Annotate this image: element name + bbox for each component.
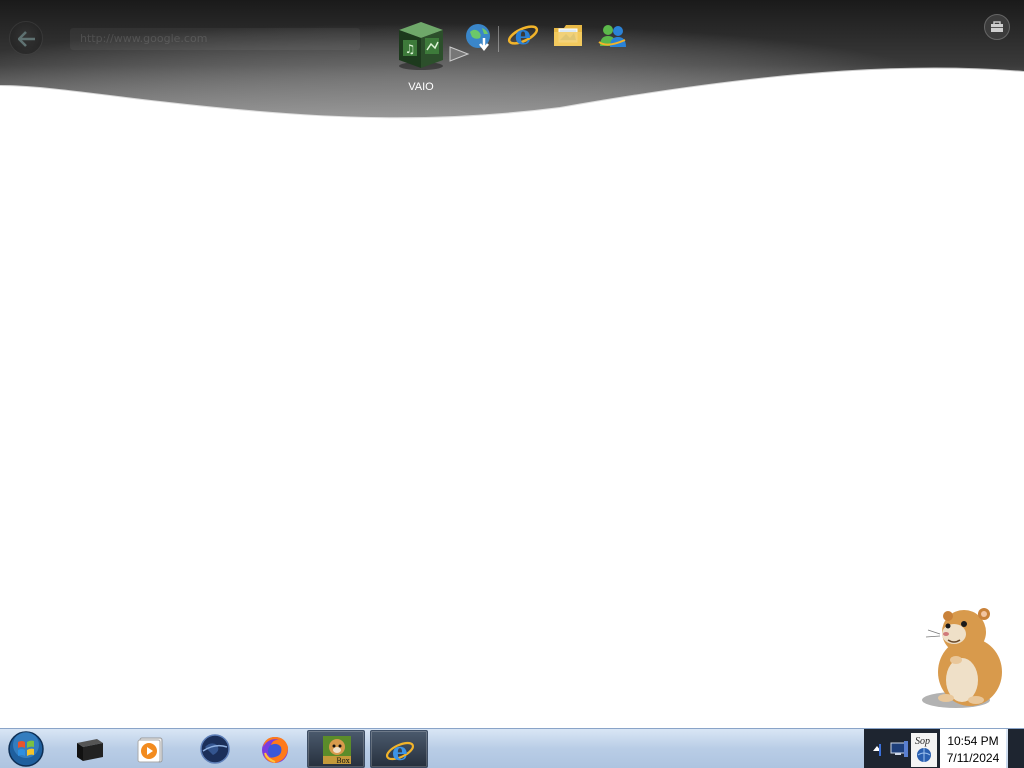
dark-globe-icon [200, 734, 230, 764]
sop-text: Sop [915, 736, 930, 747]
internet-explorer-icon: e [385, 737, 415, 766]
svg-text:e: e [392, 737, 408, 766]
svg-text:♫: ♫ [405, 42, 416, 56]
back-button[interactable] [9, 21, 43, 55]
hamster-box-icon: Box [323, 736, 351, 765]
clock-date: 7/11/2024 [946, 751, 1000, 765]
vaio-dock-item[interactable]: ♫ [395, 20, 447, 72]
hamster-desktop-pet[interactable] [918, 600, 1010, 712]
globe-download-icon [466, 24, 490, 52]
clock-time: 10:54 PM [947, 734, 999, 748]
media-player-icon [137, 737, 163, 763]
messenger-dock-item[interactable] [597, 22, 629, 50]
show-hidden-icons-icon[interactable] [870, 741, 884, 757]
show-desktop-button[interactable] [1008, 729, 1024, 768]
taskbar-app-firefox[interactable] [246, 730, 304, 768]
globe-download-dock-item[interactable] [464, 22, 494, 52]
address-text: http://www.google.com [80, 32, 208, 45]
svg-text:e: e [515, 21, 532, 51]
taskbar-app-black-device[interactable] [60, 730, 118, 768]
taskbar-app-dark-globe[interactable] [186, 730, 244, 768]
firefox-icon [262, 737, 288, 763]
back-arrow-icon [18, 31, 35, 47]
sop-tray-item[interactable]: Sop [911, 733, 937, 767]
internet-explorer-dock-item[interactable]: e [507, 19, 539, 51]
windows-start-orb-icon[interactable] [6, 730, 46, 768]
network-globe-icon [917, 748, 931, 762]
top-dock: http://www.google.com ♫ VAIO e [0, 0, 1024, 130]
vaio-media-cube-icon: ♫ [399, 22, 443, 70]
internet-explorer-icon: e [507, 21, 539, 51]
network-monitor-icon[interactable] [889, 741, 909, 757]
vaio-label: VAIO [408, 81, 434, 93]
desktop: http://www.google.com ♫ VAIO e Box e Sop… [0, 0, 1024, 768]
black-device-icon [77, 739, 103, 761]
address-bar[interactable]: http://www.google.com [70, 28, 360, 50]
messenger-people-icon [598, 25, 626, 47]
toolbox-button[interactable] [984, 14, 1010, 40]
svg-text:Box: Box [336, 757, 349, 765]
taskbar-app-hamster-box[interactable]: Box [307, 730, 365, 768]
photos-folder-dock-item[interactable] [552, 22, 584, 50]
dock-separator [498, 26, 499, 52]
taskbar-app-internet-explorer[interactable]: e [370, 730, 428, 768]
folder-photos-icon [554, 25, 582, 46]
toolbox-icon [991, 21, 1003, 32]
taskbar-app-media-player[interactable] [121, 730, 179, 768]
clock[interactable]: 10:54 PM 7/11/2024 [940, 729, 1006, 768]
taskbar: Box e Sop 10:54 PM 7/11/2024 [0, 728, 1024, 768]
